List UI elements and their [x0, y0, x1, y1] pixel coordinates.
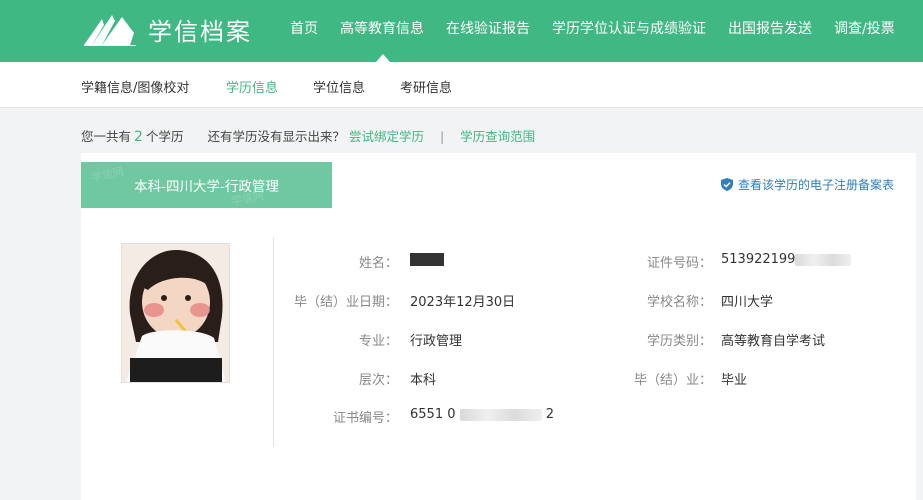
education-record-tab[interactable]: 学信网 学信网 本科-四川大学-行政管理	[81, 162, 332, 208]
main-nav: 首页 高等教育信息 在线验证报告 学历学位认证与成绩验证 出国报告发送 调查/投…	[290, 0, 917, 55]
blurred-digits	[795, 253, 852, 266]
name-label: 姓名：	[358, 256, 398, 271]
id-number-label: 证件号码：	[646, 256, 712, 271]
graduation-status-value: 毕业	[721, 373, 748, 388]
student-photo-image	[122, 244, 229, 382]
nav-degree-certification[interactable]: 学历学位认证与成绩验证	[552, 18, 706, 38]
student-photo	[121, 243, 230, 383]
sub-tabs: 学籍信息/图像校对 学历信息 学位信息 考研信息	[0, 62, 923, 108]
graduation-status-label: 毕（结）业：	[633, 373, 712, 388]
nav-higher-education[interactable]: 高等教育信息	[340, 18, 424, 38]
id-number-visible: 513922199	[721, 252, 796, 267]
certificate-number-value: 6551 0 2	[410, 407, 554, 422]
view-registration-form-link[interactable]: 查看该学历的电子注册备案表	[720, 176, 894, 193]
active-nav-indicator	[376, 54, 390, 62]
education-count: 2	[134, 129, 143, 145]
count-suffix: 个学历	[145, 129, 184, 144]
school-name-label: 学校名称：	[646, 295, 712, 310]
certificate-number-suffix: 2	[545, 407, 555, 422]
graduation-date-label: 毕（结）业日期：	[293, 295, 398, 310]
nav-survey[interactable]: 调查/投票	[834, 18, 895, 38]
tab-degree-info[interactable]: 学位信息	[313, 77, 365, 96]
major-label: 专业：	[358, 334, 398, 349]
nav-online-verification[interactable]: 在线验证报告	[446, 18, 530, 38]
watermark: 学信网	[90, 164, 126, 185]
count-prefix: 您一共有	[81, 129, 132, 144]
education-type-value: 高等教育自学考试	[721, 334, 826, 349]
education-count-line: 您一共有 2 个学历 还有学历没有显示出来？ 尝试绑定学历 | 学历查询范围	[81, 126, 535, 145]
education-type-label: 学历类别：	[646, 334, 712, 349]
name-value	[410, 252, 444, 267]
query-scope-link[interactable]: 学历查询范围	[460, 129, 535, 144]
school-name-value: 四川大学	[721, 295, 774, 310]
shield-check-icon	[720, 178, 733, 191]
nav-overseas-report[interactable]: 出国报告发送	[728, 18, 812, 38]
tab-education-info[interactable]: 学历信息	[226, 77, 278, 96]
nav-home[interactable]: 首页	[290, 18, 318, 38]
top-navigation-bar: 学信档案 首页 高等教育信息 在线验证报告 学历学位认证与成绩验证 出国报告发送…	[0, 0, 923, 62]
major-value: 行政管理	[410, 334, 463, 349]
id-number-value: 513922199	[721, 252, 852, 267]
tab-postgraduate-exam-info[interactable]: 考研信息	[400, 77, 452, 96]
blurred-digits	[459, 408, 542, 421]
separator: |	[439, 129, 445, 144]
level-value: 本科	[410, 373, 437, 388]
tab-enrollment-info[interactable]: 学籍信息/图像校对	[81, 77, 189, 96]
certificate-number-prefix: 6551 0	[410, 407, 456, 422]
education-record-card: 学信网 学信网 本科-四川大学-行政管理 查看该学历的电子注册备案表 姓名： 毕…	[81, 153, 916, 500]
logo-icon	[84, 15, 136, 46]
site-logo[interactable]: 学信档案	[82, 11, 252, 47]
bind-education-link[interactable]: 尝试绑定学历	[349, 129, 424, 144]
certificate-number-label: 证书编号：	[332, 411, 398, 426]
logo-text: 学信档案	[148, 17, 252, 46]
divider	[273, 237, 274, 447]
level-label: 层次：	[358, 373, 398, 388]
verify-link-label: 查看该学历的电子注册备案表	[737, 178, 894, 192]
graduation-date-value: 2023年12月30日	[410, 295, 516, 310]
missing-question: 还有学历没有显示出来？	[207, 129, 345, 144]
redaction-bar	[410, 253, 444, 266]
